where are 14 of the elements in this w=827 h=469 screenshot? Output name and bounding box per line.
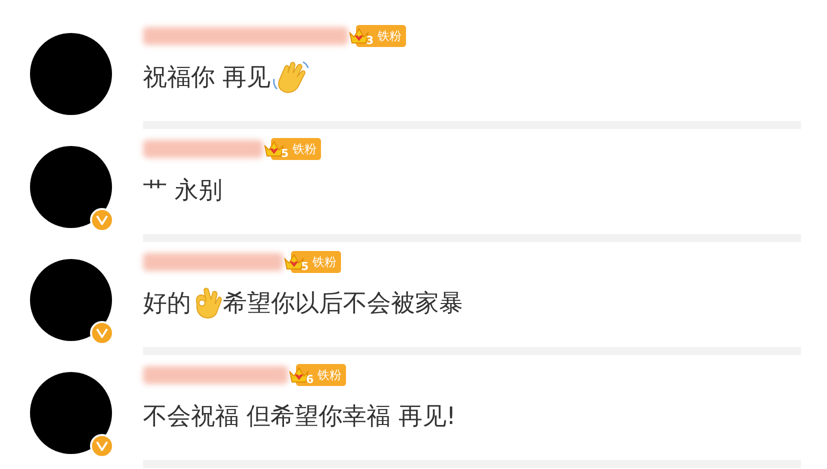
comment-text: 艹 永别 [143,175,223,206]
badge-label: 铁粉 [318,369,342,381]
fan-level: 6 [306,374,314,384]
comment-text: 祝福你 再见 [143,62,271,93]
badge-label: 铁粉 [292,143,317,155]
comment-text: 好的 [143,288,191,319]
waving-hand-icon [270,59,311,95]
badge-label: 铁粉 [312,256,337,268]
comment-text: 不会祝福 但希望你幸福 再见! [143,401,456,432]
fan-level: 5 [281,148,289,158]
comment-text: 希望你以后不会被家暴 [223,288,463,319]
fan-level: 3 [366,34,374,46]
badge-label: 铁粉 [378,30,402,42]
fan-level: 5 [301,260,309,272]
